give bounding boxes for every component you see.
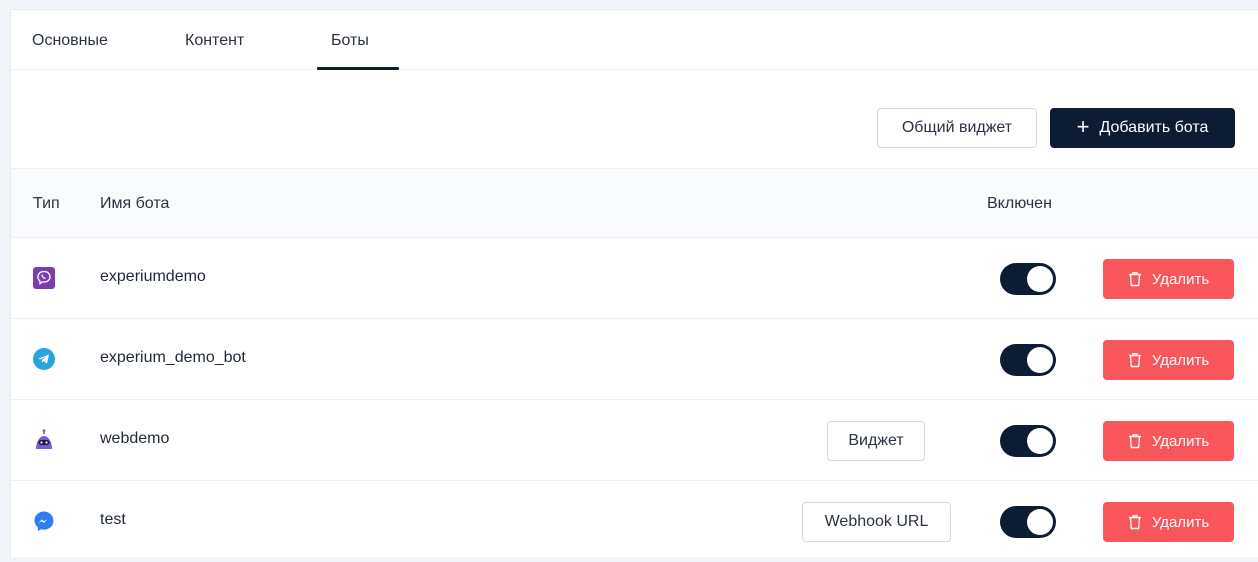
add-bot-button-label: Добавить бота bbox=[1099, 119, 1209, 136]
bot-settings-panel: Основные Контент Боты Общий виджет + Доб… bbox=[10, 9, 1258, 557]
bot-name: webdemo bbox=[100, 430, 170, 447]
toggle-knob bbox=[1027, 428, 1053, 454]
enabled-toggle[interactable] bbox=[1000, 344, 1056, 376]
robot-icon bbox=[33, 429, 55, 451]
trash-icon bbox=[1128, 514, 1142, 530]
webhook-url-button-label: Webhook URL bbox=[824, 513, 929, 530]
add-bot-button[interactable]: + Добавить бота bbox=[1050, 108, 1235, 148]
tab-bots[interactable]: Боты bbox=[331, 32, 369, 50]
webhook-url-button[interactable]: Webhook URL bbox=[802, 502, 951, 542]
enabled-toggle[interactable] bbox=[1000, 263, 1056, 295]
plus-icon: + bbox=[1076, 114, 1090, 139]
delete-button[interactable]: Удалить bbox=[1103, 421, 1234, 461]
trash-icon bbox=[1128, 271, 1142, 287]
toggle-knob bbox=[1027, 347, 1053, 373]
widget-button[interactable]: Виджет bbox=[827, 421, 925, 461]
bot-name: experium_demo_bot bbox=[100, 349, 246, 366]
table-header: Тип Имя бота Включен bbox=[11, 168, 1258, 238]
delete-button-label: Удалить bbox=[1151, 513, 1210, 531]
common-widget-button[interactable]: Общий виджет bbox=[877, 108, 1037, 148]
column-header-name: Имя бота bbox=[100, 195, 170, 212]
table-row: webdemo Виджет Удалить bbox=[11, 400, 1258, 481]
column-header-enabled: Включен bbox=[987, 195, 1052, 212]
tab-bar: Основные Контент Боты bbox=[11, 10, 1258, 70]
table-row: experium_demo_bot Удалить bbox=[11, 319, 1258, 400]
delete-button[interactable]: Удалить bbox=[1103, 340, 1234, 380]
enabled-toggle[interactable] bbox=[1000, 506, 1056, 538]
common-widget-button-label: Общий виджет bbox=[901, 119, 1013, 136]
toggle-knob bbox=[1027, 266, 1053, 292]
delete-button-label: Удалить bbox=[1151, 432, 1210, 450]
tab-general[interactable]: Основные bbox=[32, 32, 108, 50]
toolbar: Общий виджет + Добавить бота bbox=[11, 70, 1258, 168]
telegram-icon bbox=[33, 348, 55, 370]
delete-button[interactable]: Удалить bbox=[1103, 259, 1234, 299]
messenger-icon bbox=[33, 510, 55, 532]
enabled-toggle[interactable] bbox=[1000, 425, 1056, 457]
column-header-type: Тип bbox=[33, 195, 60, 212]
bot-name: experiumdemo bbox=[100, 268, 206, 285]
viber-icon bbox=[33, 267, 55, 289]
bot-name: test bbox=[100, 511, 126, 528]
delete-button-label: Удалить bbox=[1151, 270, 1210, 288]
tab-content[interactable]: Контент bbox=[185, 32, 244, 50]
trash-icon bbox=[1128, 352, 1142, 368]
toggle-knob bbox=[1027, 509, 1053, 535]
trash-icon bbox=[1128, 433, 1142, 449]
delete-button-label: Удалить bbox=[1151, 351, 1210, 369]
widget-button-label: Виджет bbox=[848, 432, 904, 449]
table-row: test Webhook URL Удалить bbox=[11, 481, 1258, 562]
delete-button[interactable]: Удалить bbox=[1103, 502, 1234, 542]
table-row: experiumdemo Удалить bbox=[11, 238, 1258, 319]
